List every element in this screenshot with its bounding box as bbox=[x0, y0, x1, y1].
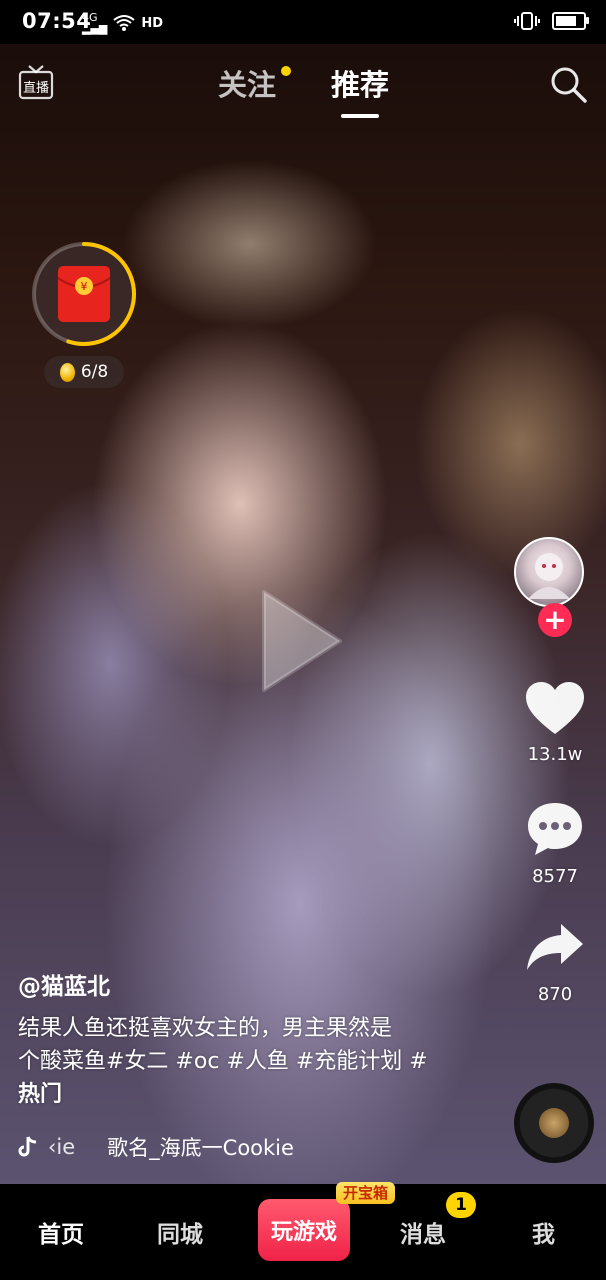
nav-me[interactable]: 我 bbox=[532, 1215, 555, 1249]
tiktok-note-icon bbox=[18, 1136, 37, 1157]
music-row[interactable]: ‹ie 歌名_海底一Cookie bbox=[18, 1132, 294, 1162]
status-signal-group: 4G ▂▄▆ HD bbox=[82, 12, 163, 34]
coin-progress-text: 6/8 bbox=[80, 362, 109, 382]
cellular-icon: 4G ▂▄▆ bbox=[82, 11, 108, 35]
caption-line-2[interactable]: 个酸菜鱼#女二 #oc #人鱼 #充能计划 # bbox=[18, 1045, 448, 1078]
comment-count: 8577 bbox=[532, 866, 578, 887]
music-scroll-prefix: ‹ie bbox=[48, 1135, 76, 1159]
tab-active-indicator bbox=[341, 114, 379, 118]
like-count: 13.1w bbox=[527, 744, 583, 765]
status-bar: 07:54 4G ▂▄▆ HD bbox=[0, 0, 606, 44]
nav-messages[interactable]: 消息 bbox=[400, 1215, 446, 1249]
vibrate-icon bbox=[514, 12, 540, 30]
following-new-dot bbox=[281, 66, 291, 76]
music-cover bbox=[539, 1108, 569, 1138]
search-icon[interactable] bbox=[548, 64, 588, 104]
comment-action[interactable]: 8577 bbox=[515, 800, 595, 887]
hd-label: HD bbox=[141, 15, 164, 31]
follow-plus-button[interactable]: + bbox=[538, 603, 572, 637]
play-games-button[interactable]: 玩游戏 bbox=[258, 1199, 350, 1261]
tab-following[interactable]: 关注 bbox=[218, 62, 276, 104]
share-icon[interactable] bbox=[525, 920, 585, 976]
nav-home[interactable]: 首页 bbox=[38, 1215, 84, 1249]
music-title: 歌名_海底一Cookie bbox=[107, 1136, 294, 1160]
svg-text:¥: ¥ bbox=[81, 280, 88, 293]
like-action[interactable]: 13.1w bbox=[515, 680, 595, 765]
heart-icon[interactable] bbox=[524, 680, 586, 736]
messages-unread-badge: 1 bbox=[446, 1192, 476, 1218]
comment-icon[interactable] bbox=[525, 800, 585, 858]
red-packet-widget[interactable]: ¥ bbox=[28, 238, 140, 350]
live-icon[interactable]: 直播 bbox=[18, 64, 54, 100]
battery-icon bbox=[552, 12, 589, 30]
status-right-group bbox=[514, 11, 589, 31]
gold-coin-icon bbox=[59, 362, 75, 382]
nav-nearby[interactable]: 同城 bbox=[157, 1215, 203, 1249]
author-name[interactable]: @猫蓝北 bbox=[18, 967, 110, 1001]
play-icon[interactable] bbox=[256, 586, 346, 696]
open-chest-badge[interactable]: 开宝箱 bbox=[336, 1182, 396, 1204]
coin-progress-pill: 6/8 bbox=[44, 356, 124, 388]
svg-text:直播: 直播 bbox=[23, 81, 49, 96]
tab-recommended[interactable]: 推荐 bbox=[331, 62, 389, 104]
caption-line-3[interactable]: 热门 bbox=[18, 1078, 448, 1111]
caption-line-1: 结果人鱼还挺喜欢女主的，男主果然是 bbox=[18, 1016, 393, 1041]
status-time: 07:54 bbox=[22, 9, 92, 33]
avatar-image bbox=[528, 553, 570, 599]
share-count: 870 bbox=[537, 984, 573, 1005]
music-disc[interactable] bbox=[514, 1083, 594, 1163]
share-action[interactable]: 870 bbox=[515, 920, 595, 1005]
wifi-icon bbox=[113, 15, 136, 31]
author-avatar[interactable] bbox=[514, 537, 584, 607]
